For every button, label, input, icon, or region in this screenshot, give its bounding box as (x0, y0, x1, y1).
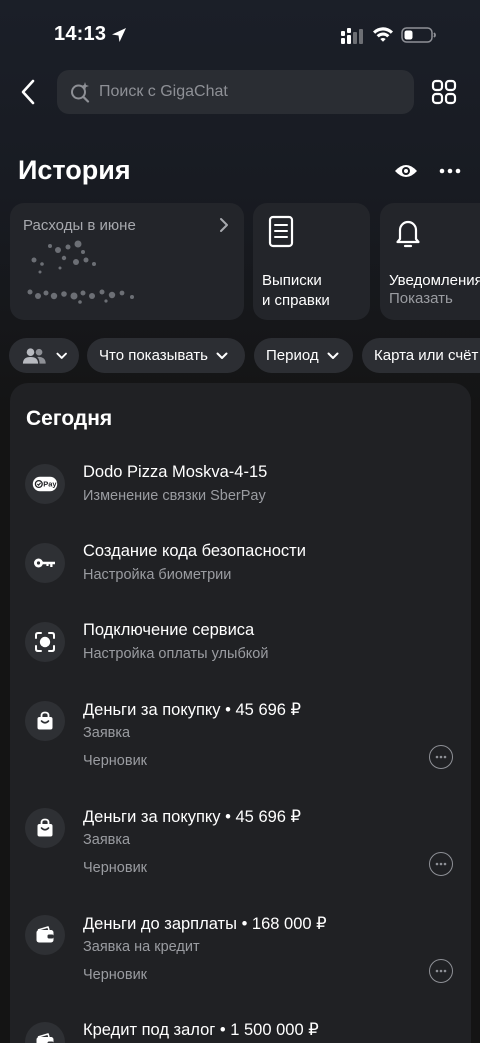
bell-icon (396, 220, 420, 248)
shopping-bag-icon (25, 808, 65, 848)
expenses-card-label: Расходы в июне (23, 217, 136, 234)
search-input[interactable]: Поиск с GigaChat (57, 70, 414, 114)
face-scan-icon (25, 622, 65, 662)
status-bar: 14:13 (0, 0, 480, 70)
svg-text:Pay: Pay (43, 480, 57, 489)
more-horizontal-icon (435, 862, 447, 866)
more-horizontal-icon (435, 969, 447, 973)
item-more-button[interactable] (429, 745, 453, 769)
document-icon (268, 215, 294, 248)
notifications-card-title: Уведомления (389, 272, 480, 289)
history-item-status: Черновик (83, 967, 148, 983)
history-screen: 14:13 Поиск с GigaChat История Расходы в… (0, 0, 480, 1043)
gigachat-search-icon (71, 82, 90, 103)
history-item[interactable]: Деньги за покупку • 45 696 ₽ Заявка Черн… (10, 805, 471, 897)
more-options-button[interactable] (436, 157, 464, 185)
battery-icon (401, 27, 436, 43)
page-title: История (18, 155, 131, 185)
cellular-signal-icon (341, 28, 363, 44)
history-item-status: Черновик (83, 753, 148, 769)
history-list-panel: Сегодня Pay Dodo Pizza Moskva-4-15 Измен… (10, 383, 471, 1043)
filter-card-or-account-chip[interactable]: Карта или счёт (362, 338, 480, 373)
key-icon (25, 543, 65, 583)
history-item-subtitle: Настройка оплаты улыбкой (83, 646, 269, 662)
location-arrow-icon (112, 28, 126, 42)
shopping-bag-icon (25, 701, 65, 741)
statements-card[interactable]: Выписки и справки (253, 203, 370, 320)
history-item-subtitle: Заявка (83, 725, 131, 741)
chevron-down-icon (56, 352, 67, 359)
expenses-card[interactable]: Расходы в июне (10, 203, 244, 320)
filter-what-to-show-chip[interactable]: Что показывать (87, 338, 245, 373)
people-icon (22, 347, 46, 364)
history-item[interactable]: Pay Dodo Pizza Moskva-4-15 Изменение свя… (10, 461, 471, 527)
history-item-title: Деньги до зарплаты • 168 000 ₽ (83, 915, 327, 933)
status-time: 14:13 (54, 23, 107, 45)
history-item-title: Деньги за покупку • 45 696 ₽ (83, 808, 302, 826)
wallet-icon (25, 915, 65, 955)
filter-what-label: Что показывать (99, 347, 208, 364)
history-item-subtitle: Изменение связки SberPay (83, 488, 266, 504)
history-item-title: Кредит под залог • 1 500 000 ₽ (83, 1021, 319, 1039)
history-item[interactable]: Подключение сервиса Настройка оплаты улы… (10, 619, 471, 685)
wallet-icon (25, 1022, 65, 1043)
filter-period-label: Период (266, 347, 319, 364)
section-title-today: Сегодня (26, 407, 113, 430)
history-item[interactable]: Деньги за покупку • 45 696 ₽ Заявка Черн… (10, 698, 471, 790)
back-button[interactable] (12, 74, 44, 110)
chevron-down-icon (216, 352, 228, 359)
history-item-title: Подключение сервиса (83, 621, 255, 639)
history-item[interactable]: Деньги до зарплаты • 168 000 ₽ Заявка на… (10, 912, 471, 1004)
history-item-title: Деньги за покупку • 45 696 ₽ (83, 701, 302, 719)
notifications-card[interactable]: Уведомления Показать (380, 203, 480, 320)
filter-people-chip[interactable] (9, 338, 79, 373)
history-item-status: Черновик (83, 860, 148, 876)
statements-card-title: Выписки и справки (262, 272, 330, 309)
notifications-card-subtitle: Показать (389, 290, 453, 307)
show-hide-amounts-button[interactable] (392, 157, 420, 185)
wifi-icon (373, 27, 393, 42)
item-more-button[interactable] (429, 852, 453, 876)
hidden-amount-blur (27, 240, 134, 304)
more-horizontal-icon (439, 168, 461, 174)
history-item-subtitle: Настройка биометрии (83, 567, 232, 583)
chevron-down-icon (327, 352, 339, 359)
history-item-subtitle: Заявка на кредит (83, 939, 200, 955)
search-placeholder: Поиск с GigaChat (99, 83, 228, 100)
history-item-title: Dodo Pizza Moskva-4-15 (83, 463, 268, 481)
grid-icon (431, 79, 457, 105)
chevron-right-icon (220, 218, 228, 232)
filter-period-chip[interactable]: Период (254, 338, 353, 373)
history-item[interactable]: Кредит под залог • 1 500 000 ₽ (10, 1019, 471, 1043)
services-grid-button[interactable] (428, 76, 460, 108)
history-item[interactable]: Создание кода безопасности Настройка био… (10, 540, 471, 606)
more-horizontal-icon (435, 755, 447, 759)
item-more-button[interactable] (429, 959, 453, 983)
sberpay-icon: Pay (25, 464, 65, 504)
eye-icon (395, 165, 417, 177)
history-item-subtitle: Заявка (83, 832, 131, 848)
chevron-left-icon (21, 79, 35, 105)
history-item-title: Создание кода безопасности (83, 542, 306, 560)
filter-card-label: Карта или счёт (374, 347, 479, 364)
